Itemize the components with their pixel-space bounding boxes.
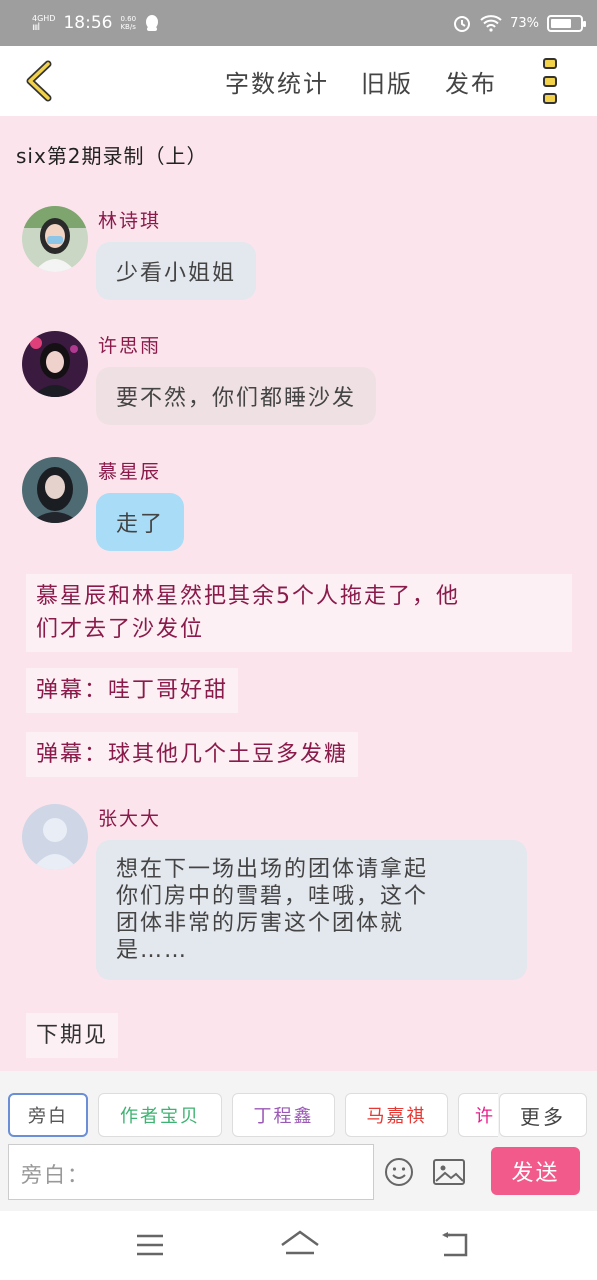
avatar[interactable] [22, 206, 88, 272]
battery-icon [547, 14, 586, 32]
message-line: 是…… [116, 938, 189, 963]
message-bubble[interactable]: 要不然，你们都睡沙发 [96, 367, 377, 425]
role-tab-label: 作者宝贝 [120, 1106, 200, 1127]
message-input[interactable]: 旁白： [8, 1144, 374, 1200]
narration-line: 下期见 [36, 1023, 109, 1048]
more-menu-icon[interactable] [543, 58, 557, 104]
image-icon[interactable] [433, 1159, 465, 1185]
menu-icon[interactable] [135, 1233, 165, 1257]
role-tab-label: 旁白 [28, 1106, 68, 1127]
message-line: 想在下一场出场的团体请拿起 [116, 857, 429, 882]
publish-button[interactable]: 发布 [445, 64, 497, 99]
signal-bars: ıııl [32, 22, 40, 33]
narration-block[interactable]: 下期见 [26, 1013, 119, 1058]
back-chevron-icon[interactable] [20, 60, 60, 102]
narration-line: 们才去了沙发位 [36, 617, 205, 642]
battery-percent: 73% [510, 15, 539, 31]
composer: 旁白 作者宝贝 丁程鑫 马嘉祺 许 更多 旁白： 发送 [0, 1071, 597, 1211]
clock: 18:56 [63, 13, 113, 33]
role-tab-ma[interactable]: 马嘉祺 [345, 1093, 448, 1137]
status-bar: 4GHD ıııl 18:56 0.60 KB/s 73% [0, 0, 597, 46]
top-nav: 字数统计 旧版 发布 [0, 46, 597, 116]
speaker-name: 张大大 [98, 808, 162, 830]
avatar[interactable] [22, 331, 88, 397]
menu-dot [543, 75, 557, 87]
message-bubble[interactable]: 想在下一场出场的团体请拿起 你们房中的雪碧，哇哦，这个 团体非常的厉害这个团体就… [96, 840, 527, 980]
emoji-icon[interactable] [384, 1157, 414, 1187]
speaker-name: 许思雨 [98, 335, 162, 357]
narration-block[interactable]: 慕星辰和林星然把其余5个人拖走了，他 们才去了沙发位 [26, 574, 572, 652]
menu-dot [543, 93, 557, 104]
speed-value: 0.60 [120, 15, 137, 23]
message-bubble[interactable]: 少看小姐姐 [96, 242, 257, 300]
speed-unit: KB/s [120, 23, 136, 31]
narration-line: 慕星辰和林星然把其余5个人拖走了，他 [36, 584, 460, 609]
speaker-name: 林诗琪 [98, 210, 162, 232]
speaker-name: 慕星辰 [98, 461, 162, 483]
send-button[interactable]: 发送 [491, 1147, 580, 1195]
network-speed: 0.60 KB/s [120, 15, 136, 31]
narration-line: 弹幕：哇丁哥好甜 [36, 678, 229, 703]
qq-icon [146, 15, 159, 31]
message-line: 团体非常的厉害这个团体就 [116, 911, 405, 936]
role-tab-label: 丁程鑫 [253, 1106, 314, 1127]
role-tab-ding[interactable]: 丁程鑫 [232, 1093, 335, 1137]
narration-line: 弹幕：球其他几个土豆多发糖 [36, 742, 349, 767]
old-version-button[interactable]: 旧版 [361, 64, 413, 99]
role-tab-label: 许 [475, 1106, 495, 1127]
avatar[interactable] [22, 457, 88, 523]
home-icon[interactable] [280, 1229, 320, 1261]
avatar[interactable] [22, 804, 88, 870]
role-tab-xu[interactable]: 许 [458, 1093, 498, 1137]
word-count-button[interactable]: 字数统计 [225, 64, 329, 99]
more-roles-button[interactable]: 更多 [499, 1093, 587, 1137]
network-indicator: 4GHD ıııl [32, 14, 55, 33]
chat-content[interactable]: six第2期录制（上） 林诗琪 少看小姐姐 许思雨 要不然，你们都睡沙发 慕星辰… [0, 116, 597, 1071]
message-line: 你们房中的雪碧，哇哦，这个 [116, 884, 429, 909]
message-bubble[interactable]: 走了 [96, 493, 185, 551]
role-tab-narrator[interactable]: 旁白 [8, 1093, 88, 1137]
narration-block[interactable]: 弹幕：哇丁哥好甜 [26, 668, 239, 713]
alarm-icon [454, 16, 471, 32]
back-icon[interactable] [440, 1231, 470, 1259]
system-nav-bar [0, 1211, 597, 1280]
role-tab-author[interactable]: 作者宝贝 [98, 1093, 222, 1137]
role-tab-label: 马嘉祺 [366, 1106, 427, 1127]
narration-block[interactable]: 弹幕：球其他几个土豆多发糖 [26, 732, 359, 777]
role-tabs: 旁白 作者宝贝 丁程鑫 马嘉祺 许 [8, 1093, 498, 1137]
wifi-icon [480, 15, 502, 32]
menu-dot [543, 58, 557, 69]
story-title: six第2期录制（上） [16, 144, 208, 168]
